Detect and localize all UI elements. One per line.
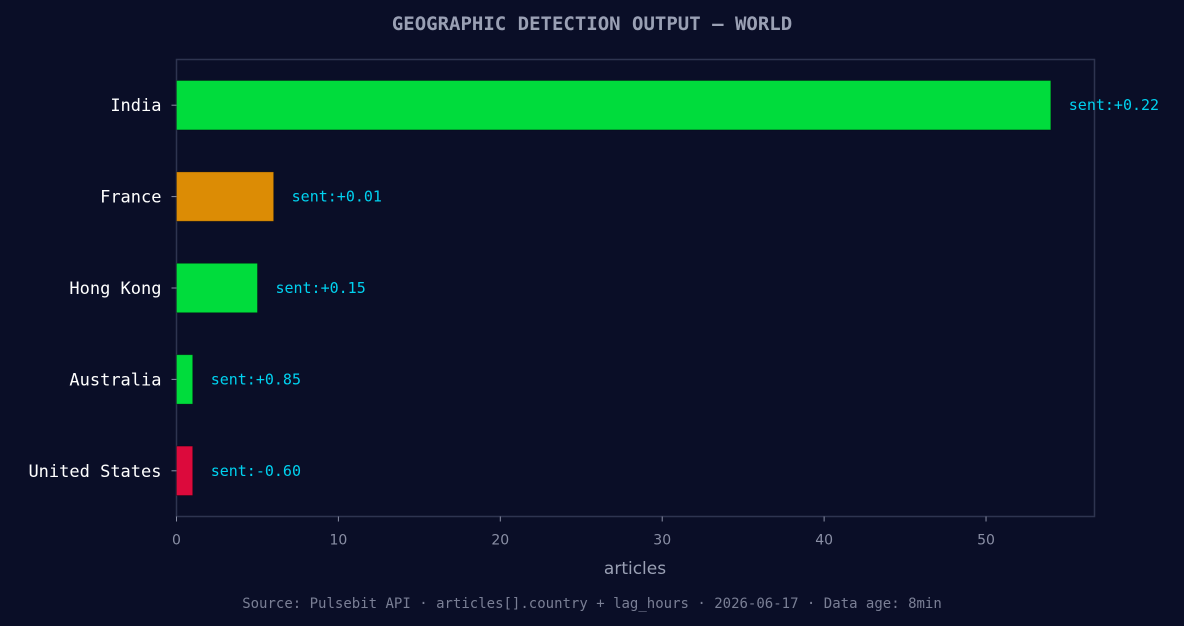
bar-india (176, 80, 1052, 131)
bar-france (176, 171, 275, 222)
x-axis-ticks: 0 10 20 30 40 50 (172, 516, 995, 549)
sentiment-label: sent:+0.01 (292, 188, 382, 206)
x-tick-label: 10 (329, 533, 347, 549)
footer-source: Source: Pulsebit API · articles[].countr… (242, 596, 942, 612)
x-tick-label: 20 (491, 533, 509, 549)
bar-united-states (176, 445, 194, 496)
bar-hong-kong (176, 262, 258, 314)
x-tick-label: 50 (977, 533, 995, 549)
category-label: United States (28, 462, 161, 482)
sentiment-label: sent:-0.60 (211, 462, 301, 480)
chart-title: GEOGRAPHIC DETECTION OUTPUT — WORLD (392, 13, 792, 35)
bar-australia (176, 354, 194, 405)
category-label: Hong Kong (69, 279, 161, 299)
category-label: Australia (69, 370, 161, 390)
category-label: France (100, 188, 161, 208)
chart: GEOGRAPHIC DETECTION OUTPUT — WORLD Indi… (28, 13, 1159, 612)
x-tick-label: 40 (815, 533, 833, 549)
sentiment-label: sent:+0.85 (211, 370, 301, 388)
sentiment-annotations: sent:+0.22 sent:+0.01 sent:+0.15 sent:+0.85… (211, 96, 1159, 480)
x-axis-label: articles (604, 559, 666, 579)
sentiment-label: sent:+0.15 (275, 279, 365, 297)
x-tick-label: 30 (653, 533, 671, 549)
category-labels: India France Hong Kong Australia United Stat… (28, 96, 177, 482)
sentiment-label: sent:+0.22 (1069, 96, 1159, 114)
category-label: India (110, 96, 161, 116)
x-tick-label: 0 (172, 533, 181, 549)
